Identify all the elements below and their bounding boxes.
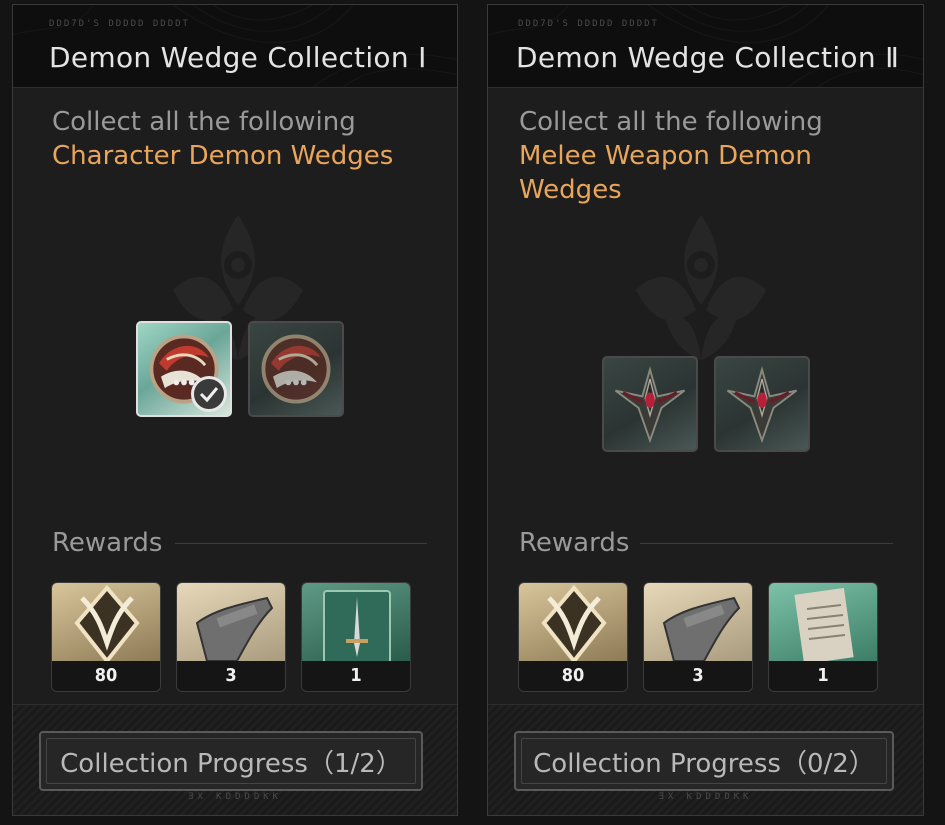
reward-quantity: 3 xyxy=(644,661,752,691)
rewards-label: Rewards xyxy=(519,528,630,558)
header-subtitle: DDD7D'S DDDDD DDDDT xyxy=(49,19,190,29)
card-title: Demon Wedge Collection Ⅱ xyxy=(516,41,900,74)
collection-description: Collect all the following Melee Weapon D… xyxy=(519,105,859,207)
reward-item[interactable]: 3 xyxy=(643,582,753,692)
divider xyxy=(640,543,893,544)
wedge-slot-uncollected[interactable] xyxy=(248,321,344,417)
card-header: DDD7D'S DDDDD DDDDT Demon Wedge Collecti… xyxy=(13,5,457,88)
paper-scroll-icon xyxy=(769,583,877,665)
divider xyxy=(175,543,427,544)
rewards-label: Rewards xyxy=(52,528,163,558)
description-highlight: Character Demon Wedges xyxy=(52,141,394,171)
progress-label: Collection Progress（0/2） xyxy=(533,748,875,779)
collection-progress-button[interactable]: Collection Progress（1/2） xyxy=(39,731,423,791)
description-lead: Collect all the following xyxy=(519,107,823,137)
decorative-glyphs: ƎX ƘDDDDƘƘ xyxy=(187,792,283,802)
decorative-glyphs: ƎX ƘDDDDƘƘ xyxy=(658,792,753,802)
wedge-slot-uncollected[interactable] xyxy=(602,356,698,452)
description-highlight: Melee Weapon Demon Wedges xyxy=(519,141,812,205)
card-header: DDD7D'S DDDDD DDDDT Demon Wedge Collecti… xyxy=(488,5,923,88)
reward-item[interactable]: 80 xyxy=(518,582,628,692)
progress-label: Collection Progress（1/2） xyxy=(60,748,402,779)
reward-quantity: 80 xyxy=(519,661,627,691)
reward-quantity: 80 xyxy=(52,661,160,691)
reward-item[interactable]: 1 xyxy=(768,582,878,692)
collected-check-icon xyxy=(191,376,227,412)
collection-card-2[interactable]: DDD7D'S DDDDD DDDDT Demon Wedge Collecti… xyxy=(487,4,924,816)
melee-wedge-icon xyxy=(716,358,808,450)
header-subtitle: DDD7D'S DDDDD DDDDT xyxy=(518,19,659,29)
melee-wedge-icon xyxy=(604,358,696,450)
reward-item[interactable]: 80 xyxy=(51,582,161,692)
wedge-slot-collected[interactable] xyxy=(136,321,232,417)
reward-quantity: 1 xyxy=(302,661,410,691)
background-emblem-icon xyxy=(626,210,776,370)
demon-emblem-icon xyxy=(519,583,627,665)
reward-item[interactable]: 3 xyxy=(176,582,286,692)
reward-quantity: 3 xyxy=(177,661,285,691)
collection-card-1[interactable]: DDD7D'S DDDDD DDDDT Demon Wedge Collecti… xyxy=(12,4,458,816)
card-footer: Collection Progress（0/2） ƎX ƘDDDDƘƘ xyxy=(488,704,923,815)
scroll-quill-icon xyxy=(644,583,752,663)
reward-quantity: 1 xyxy=(769,661,877,691)
card-footer: Collection Progress（1/2） ƎX ƘDDDDƘƘ xyxy=(13,704,457,815)
collection-description: Collect all the following Character Demo… xyxy=(52,105,432,173)
scroll-quill-icon xyxy=(177,583,285,663)
description-lead: Collect all the following xyxy=(52,107,356,137)
demon-emblem-icon xyxy=(52,583,160,665)
card-title: Demon Wedge Collection Ⅰ xyxy=(49,41,427,74)
collection-progress-button[interactable]: Collection Progress（0/2） xyxy=(514,731,894,791)
sword-book-icon xyxy=(302,583,410,664)
reward-item[interactable]: 1 xyxy=(301,582,411,692)
wedge-slot-uncollected[interactable] xyxy=(714,356,810,452)
character-wedge-icon xyxy=(250,323,342,415)
